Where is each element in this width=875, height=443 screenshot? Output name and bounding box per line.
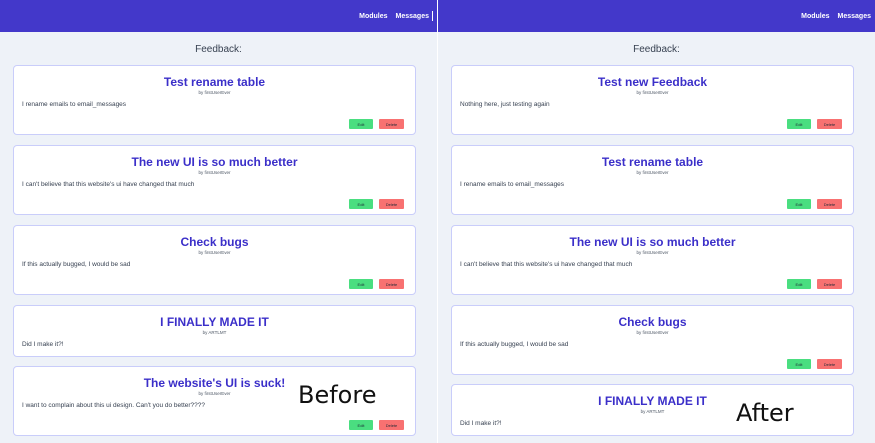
card-body: If this actually bugged, I would be sad [460,341,569,348]
feedback-card: The new UI is so much better by firstUse… [13,145,416,215]
delete-button[interactable]: Delete [379,420,404,430]
feedback-heading: Feedback: [195,44,242,55]
edit-button[interactable]: Edit [349,119,373,129]
card-author: by firstUserEver [636,90,669,95]
card-title: Test rename table [601,155,704,169]
nav-messages-link[interactable]: Messages [396,13,429,20]
card-title: I FINALLY MADE IT [160,315,269,329]
card-body: I rename emails to email_messages [460,181,565,188]
after-panel: Modules Messages Feedback: Test new Feed… [438,0,875,443]
feedback-card: Test new Feedback by firstUserEver Nothi… [451,65,854,135]
before-caption: Before [298,381,377,409]
card-author: by ARTLMT [202,330,227,335]
delete-button[interactable]: Delete [379,119,404,129]
nav-modules-link[interactable]: Modules [359,13,387,20]
card-author: by firstUserEver [636,170,669,175]
card-title: Test rename table [163,75,266,89]
text-cursor [432,11,433,21]
feedback-card: The new UI is so much better by firstUse… [451,225,854,295]
delete-button[interactable]: Delete [379,279,404,289]
edit-button[interactable]: Edit [349,199,373,209]
navbar: Modules Messages [438,0,875,32]
comparison-screenshot: Modules Messages Feedback: Test rename t… [0,0,875,443]
delete-button[interactable]: Delete [817,119,842,129]
card-body: Did I make it?! [22,341,64,348]
card-title: The new UI is so much better [569,235,736,249]
card-title: Check bugs [618,315,687,329]
card-body: I rename emails to email_messages [22,101,127,108]
card-author: by firstUserEver [636,250,669,255]
before-panel: Modules Messages Feedback: Test rename t… [0,0,437,443]
card-body: Did I make it?! [460,420,502,427]
card-body: If this actually bugged, I would be sad [22,261,131,268]
nav-modules-link[interactable]: Modules [801,13,829,20]
delete-button[interactable]: Delete [817,359,842,369]
edit-button[interactable]: Edit [787,359,811,369]
card-body: I want to complain about this ui design.… [22,402,205,409]
delete-button[interactable]: Delete [379,199,404,209]
feedback-card: Test rename table by firstUserEver I ren… [451,145,854,215]
card-title: Check bugs [180,235,249,249]
card-author: by firstUserEver [198,250,231,255]
feedback-card: Check bugs by firstUserEver If this actu… [13,225,416,295]
edit-button[interactable]: Edit [349,279,373,289]
card-author: by firstUserEver [636,330,669,335]
edit-button[interactable]: Edit [787,279,811,289]
nav-messages-link[interactable]: Messages [838,13,871,20]
after-caption: After [736,399,794,427]
feedback-card: Check bugs by firstUserEver If this actu… [451,305,854,375]
feedback-heading: Feedback: [633,44,680,55]
edit-button[interactable]: Edit [349,420,373,430]
card-body: I can't believe that this website's ui h… [22,181,195,188]
card-author: by firstUserEver [198,170,231,175]
edit-button[interactable]: Edit [787,199,811,209]
edit-button[interactable]: Edit [787,119,811,129]
feedback-card: I FINALLY MADE IT by ARTLMT Did I make i… [13,305,416,357]
delete-button[interactable]: Delete [817,199,842,209]
card-body: I can't believe that this website's ui h… [460,261,633,268]
card-author: by firstUserEver [198,90,231,95]
card-body: Nothing here, just testing again [460,101,550,108]
navbar: Modules Messages [0,0,437,32]
card-title: Test new Feedback [597,75,708,89]
feedback-card: Test rename table by firstUserEver I ren… [13,65,416,135]
card-title: The new UI is so much better [131,155,298,169]
delete-button[interactable]: Delete [817,279,842,289]
